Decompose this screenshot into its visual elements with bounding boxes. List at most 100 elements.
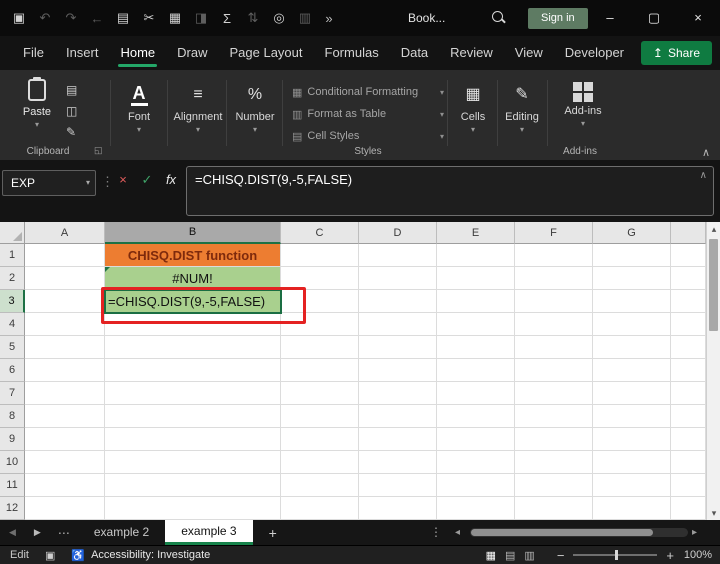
undo-icon[interactable]: ↶ — [32, 10, 58, 26]
cell-A7[interactable] — [25, 382, 105, 405]
cell-A4[interactable] — [25, 313, 105, 336]
vertical-scrollbar-thumb[interactable] — [709, 239, 718, 331]
cell-G11[interactable] — [593, 474, 671, 497]
cell-B2[interactable]: #NUM! — [105, 267, 281, 290]
cell-B11[interactable] — [105, 474, 281, 497]
cell-partial-10[interactable] — [671, 451, 706, 474]
cell-F12[interactable] — [515, 497, 593, 520]
zoom-slider[interactable] — [573, 550, 658, 560]
confirm-entry-button[interactable]: ✓ — [136, 172, 158, 188]
share-button[interactable]: ↥ Share — [640, 41, 712, 65]
row-header-7[interactable]: 7 — [0, 382, 25, 405]
cell-D12[interactable] — [359, 497, 437, 520]
cell-B7[interactable] — [105, 382, 281, 405]
column-header-A[interactable]: A — [25, 222, 105, 244]
row-header-5[interactable]: 5 — [0, 336, 25, 359]
cut-icon[interactable]: ✂ — [136, 10, 162, 26]
macro-record-icon[interactable]: ▣ — [45, 549, 55, 562]
tab-file[interactable]: File — [12, 36, 55, 70]
cell-E6[interactable] — [437, 359, 515, 382]
scroll-left-icon[interactable]: ◂ — [455, 520, 460, 545]
sum-icon[interactable]: Σ — [214, 11, 240, 26]
tab-home[interactable]: Home — [109, 36, 166, 70]
cell-partial-12[interactable] — [671, 497, 706, 520]
cell-partial-4[interactable] — [671, 313, 706, 336]
editing-group-button[interactable]: ✎ Editing ▾ — [499, 82, 545, 134]
paste-special-icon[interactable]: ◫ — [66, 104, 77, 118]
cell-E10[interactable] — [437, 451, 515, 474]
cell-D8[interactable] — [359, 405, 437, 428]
cell-F1[interactable] — [515, 244, 593, 267]
row-header-11[interactable]: 11 — [0, 474, 25, 497]
row-header-12[interactable]: 12 — [0, 497, 25, 520]
cell-D10[interactable] — [359, 451, 437, 474]
row-header-8[interactable]: 8 — [0, 405, 25, 428]
cell-C10[interactable] — [281, 451, 359, 474]
zoom-out-icon[interactable]: − — [557, 548, 565, 563]
collapse-ribbon-icon[interactable]: ∧ — [702, 146, 710, 159]
cell-C5[interactable] — [281, 336, 359, 359]
save-icon[interactable]: ▣ — [6, 10, 32, 26]
accessibility-status[interactable]: Accessibility: Investigate — [91, 549, 210, 561]
cell-C2[interactable] — [281, 267, 359, 290]
cell-A5[interactable] — [25, 336, 105, 359]
cell-partial-1[interactable] — [671, 244, 706, 267]
cell-B5[interactable] — [105, 336, 281, 359]
cell-A1[interactable] — [25, 244, 105, 267]
cell-B3[interactable]: =CHISQ.DIST(9,-5,FALSE) — [105, 290, 281, 313]
row-header-4[interactable]: 4 — [0, 313, 25, 336]
cell-partial-2[interactable] — [671, 267, 706, 290]
cell-F6[interactable] — [515, 359, 593, 382]
sort-icon[interactable]: ⇅ — [240, 10, 266, 26]
cell-G2[interactable] — [593, 267, 671, 290]
borders-icon[interactable]: ▥ — [292, 10, 318, 26]
column-header-F[interactable]: F — [515, 222, 593, 244]
horizontal-scrollbar-thumb[interactable] — [471, 529, 653, 536]
tab-options-icon[interactable]: ⋮ — [430, 520, 442, 545]
format-painter-icon[interactable]: ◨ — [188, 10, 214, 26]
cell-E8[interactable] — [437, 405, 515, 428]
cell-G3[interactable] — [593, 290, 671, 313]
cell-A11[interactable] — [25, 474, 105, 497]
select-all-button[interactable] — [0, 222, 25, 244]
cell-E1[interactable] — [437, 244, 515, 267]
row-header-2[interactable]: 2 — [0, 267, 25, 290]
cell-D4[interactable] — [359, 313, 437, 336]
maximize-button[interactable]: ▢ — [632, 0, 676, 36]
cells-group-button[interactable]: ▦ Cells ▾ — [450, 82, 496, 134]
more-commands-icon[interactable]: » — [318, 11, 340, 26]
cell-partial-3[interactable] — [671, 290, 706, 313]
row-header-3[interactable]: 3 — [0, 290, 25, 313]
cell-G5[interactable] — [593, 336, 671, 359]
row-header-6[interactable]: 6 — [0, 359, 25, 382]
camera-icon[interactable]: ◎ — [266, 10, 292, 26]
alignment-group-button[interactable]: ≡ Alignment ▾ — [170, 82, 226, 134]
sheet-tab-example-3[interactable]: example 3 — [165, 520, 253, 545]
cell-D11[interactable] — [359, 474, 437, 497]
insert-function-button[interactable]: fx — [160, 172, 182, 187]
minimize-button[interactable]: – — [588, 0, 632, 36]
scroll-up-icon[interactable]: ▴ — [707, 222, 720, 236]
copy-icon[interactable]: ▤ — [66, 83, 77, 97]
add-sheet-button[interactable]: + — [253, 525, 293, 541]
cell-E4[interactable] — [437, 313, 515, 336]
column-header-G[interactable]: G — [593, 222, 671, 244]
cell-A3[interactable] — [25, 290, 105, 313]
tab-draw[interactable]: Draw — [166, 36, 218, 70]
cell-partial-8[interactable] — [671, 405, 706, 428]
cell-B9[interactable] — [105, 428, 281, 451]
cell-G9[interactable] — [593, 428, 671, 451]
cell-E11[interactable] — [437, 474, 515, 497]
cell-partial-6[interactable] — [671, 359, 706, 382]
vertical-scrollbar[interactable]: ▴ ▾ — [706, 222, 720, 520]
close-button[interactable]: × — [676, 0, 720, 36]
column-header-B[interactable]: B — [105, 222, 281, 244]
name-box[interactable]: EXP ▾ — [2, 170, 96, 196]
cell-D2[interactable] — [359, 267, 437, 290]
cell-G1[interactable] — [593, 244, 671, 267]
cell-E2[interactable] — [437, 267, 515, 290]
cell-C6[interactable] — [281, 359, 359, 382]
page-layout-view-icon[interactable]: ▤ — [505, 549, 515, 562]
cell-D5[interactable] — [359, 336, 437, 359]
cell-C11[interactable] — [281, 474, 359, 497]
